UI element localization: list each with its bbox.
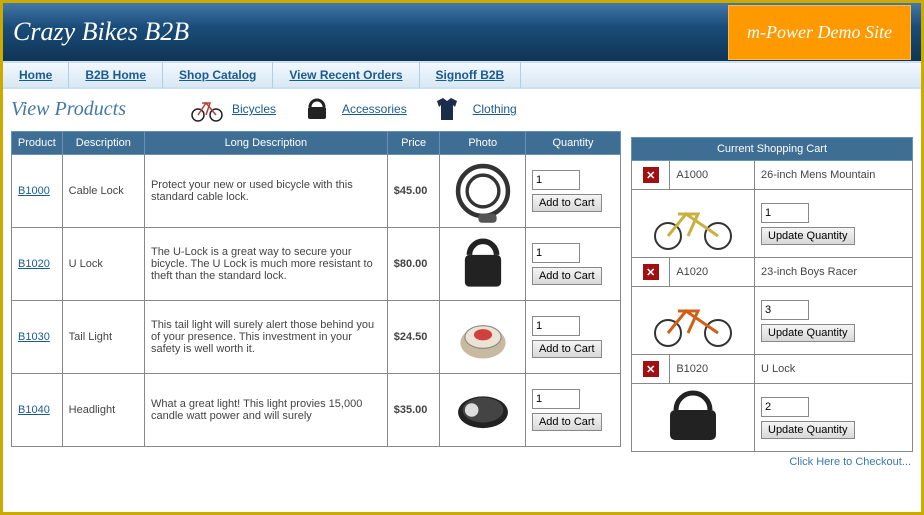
cart-row-detail: Update Quantity xyxy=(632,287,913,355)
add-to-cart-button[interactable]: Add to Cart xyxy=(532,340,602,358)
products-header-row: Product Description Long Description Pri… xyxy=(12,132,621,155)
product-desc: Tail Light xyxy=(62,301,144,374)
table-row: B1000 Cable Lock Protect your new or use… xyxy=(12,155,621,228)
cart-quantity-input[interactable] xyxy=(761,203,809,223)
app-header: Crazy Bikes B2B m-Power Demo Site xyxy=(3,3,921,61)
col-photo: Photo xyxy=(440,132,525,155)
product-long-desc: The U-Lock is a great way to secure your… xyxy=(144,228,387,301)
product-long-desc: What a great light! This light provies 1… xyxy=(144,374,387,447)
nav-view-orders[interactable]: View Recent Orders xyxy=(273,62,419,88)
cart-row-detail: Update Quantity xyxy=(632,190,913,258)
product-long-desc: Protect your new or used bicycle with th… xyxy=(144,155,387,228)
product-desc: Cable Lock xyxy=(62,155,144,228)
product-photo xyxy=(449,307,517,367)
nav-signoff[interactable]: Signoff B2B xyxy=(420,62,522,88)
cart-row: ✕ A1020 23-inch Boys Racer xyxy=(632,258,913,287)
col-description: Description xyxy=(62,132,144,155)
cart-header: Current Shopping Cart xyxy=(632,138,913,161)
col-product: Product xyxy=(12,132,63,155)
nav-shop-catalog[interactable]: Shop Catalog xyxy=(163,62,273,88)
quantity-input[interactable] xyxy=(532,389,580,409)
product-desc: Headlight xyxy=(62,374,144,447)
cart-item-name: U Lock xyxy=(755,355,913,384)
subheader: View Products Bicycles Accessories Cloth… xyxy=(11,95,621,123)
col-price: Price xyxy=(387,132,440,155)
cart-item-name: 23-inch Boys Racer xyxy=(755,258,913,287)
products-table: Product Description Long Description Pri… xyxy=(11,131,621,447)
nav-b2b-home[interactable]: B2B Home xyxy=(69,62,163,88)
nav-home[interactable]: Home xyxy=(3,62,69,88)
add-to-cart-button[interactable]: Add to Cart xyxy=(532,413,602,431)
category-accessories-link[interactable]: Accessories xyxy=(342,102,407,116)
update-quantity-button[interactable]: Update Quantity xyxy=(761,421,855,439)
update-quantity-button[interactable]: Update Quantity xyxy=(761,227,855,245)
product-code-link[interactable]: B1020 xyxy=(18,258,50,270)
quantity-input[interactable] xyxy=(532,170,580,190)
product-desc: U Lock xyxy=(62,228,144,301)
col-quantity: Quantity xyxy=(525,132,620,155)
remove-item-button[interactable]: ✕ xyxy=(643,361,659,377)
product-photo xyxy=(449,161,517,221)
tshirt-icon xyxy=(429,95,467,123)
ulock-icon xyxy=(298,95,336,123)
col-long-description: Long Description xyxy=(144,132,387,155)
product-photo xyxy=(449,380,517,440)
remove-item-button[interactable]: ✕ xyxy=(643,167,659,183)
cart-row-detail: Update Quantity xyxy=(632,384,913,452)
table-row: B1030 Tail Light This tail light will su… xyxy=(12,301,621,374)
bicycle-icon xyxy=(188,95,226,123)
site-title: Crazy Bikes B2B xyxy=(13,17,189,47)
checkout-link[interactable]: Click Here to Checkout... xyxy=(631,452,913,472)
page-title: View Products xyxy=(11,98,126,121)
cart-item-code: A1000 xyxy=(670,161,755,190)
navbar: Home B2B Home Shop Catalog View Recent O… xyxy=(3,61,921,89)
cart-table: Current Shopping Cart ✕ A1000 26-inch Me… xyxy=(631,137,913,452)
product-code-link[interactable]: B1000 xyxy=(18,185,50,197)
table-row: B1020 U Lock The U-Lock is a great way t… xyxy=(12,228,621,301)
cart-quantity-input[interactable] xyxy=(761,397,809,417)
table-row: B1040 Headlight What a great light! This… xyxy=(12,374,621,447)
quantity-input[interactable] xyxy=(532,316,580,336)
cart-item-code: A1020 xyxy=(670,258,755,287)
product-price: $45.00 xyxy=(387,155,440,228)
update-quantity-button[interactable]: Update Quantity xyxy=(761,324,855,342)
quantity-input[interactable] xyxy=(532,243,580,263)
add-to-cart-button[interactable]: Add to Cart xyxy=(532,267,602,285)
product-code-link[interactable]: B1030 xyxy=(18,331,50,343)
product-photo xyxy=(449,234,517,294)
cart-item-photo xyxy=(638,293,748,348)
demo-badge: m-Power Demo Site xyxy=(728,5,911,60)
product-price: $35.00 xyxy=(387,374,440,447)
category-bicycles-link[interactable]: Bicycles xyxy=(232,102,276,116)
product-price: $24.50 xyxy=(387,301,440,374)
cart-item-photo xyxy=(638,390,748,445)
category-clothing-link[interactable]: Clothing xyxy=(473,102,517,116)
product-code-link[interactable]: B1040 xyxy=(18,404,50,416)
cart-item-name: 26-inch Mens Mountain xyxy=(755,161,913,190)
cart-item-code: B1020 xyxy=(670,355,755,384)
product-price: $80.00 xyxy=(387,228,440,301)
remove-item-button[interactable]: ✕ xyxy=(643,264,659,280)
cart-quantity-input[interactable] xyxy=(761,300,809,320)
add-to-cart-button[interactable]: Add to Cart xyxy=(532,194,602,212)
product-long-desc: This tail light will surely alert those … xyxy=(144,301,387,374)
cart-row: ✕ A1000 26-inch Mens Mountain xyxy=(632,161,913,190)
cart-row: ✕ B1020 U Lock xyxy=(632,355,913,384)
cart-item-photo xyxy=(638,196,748,251)
